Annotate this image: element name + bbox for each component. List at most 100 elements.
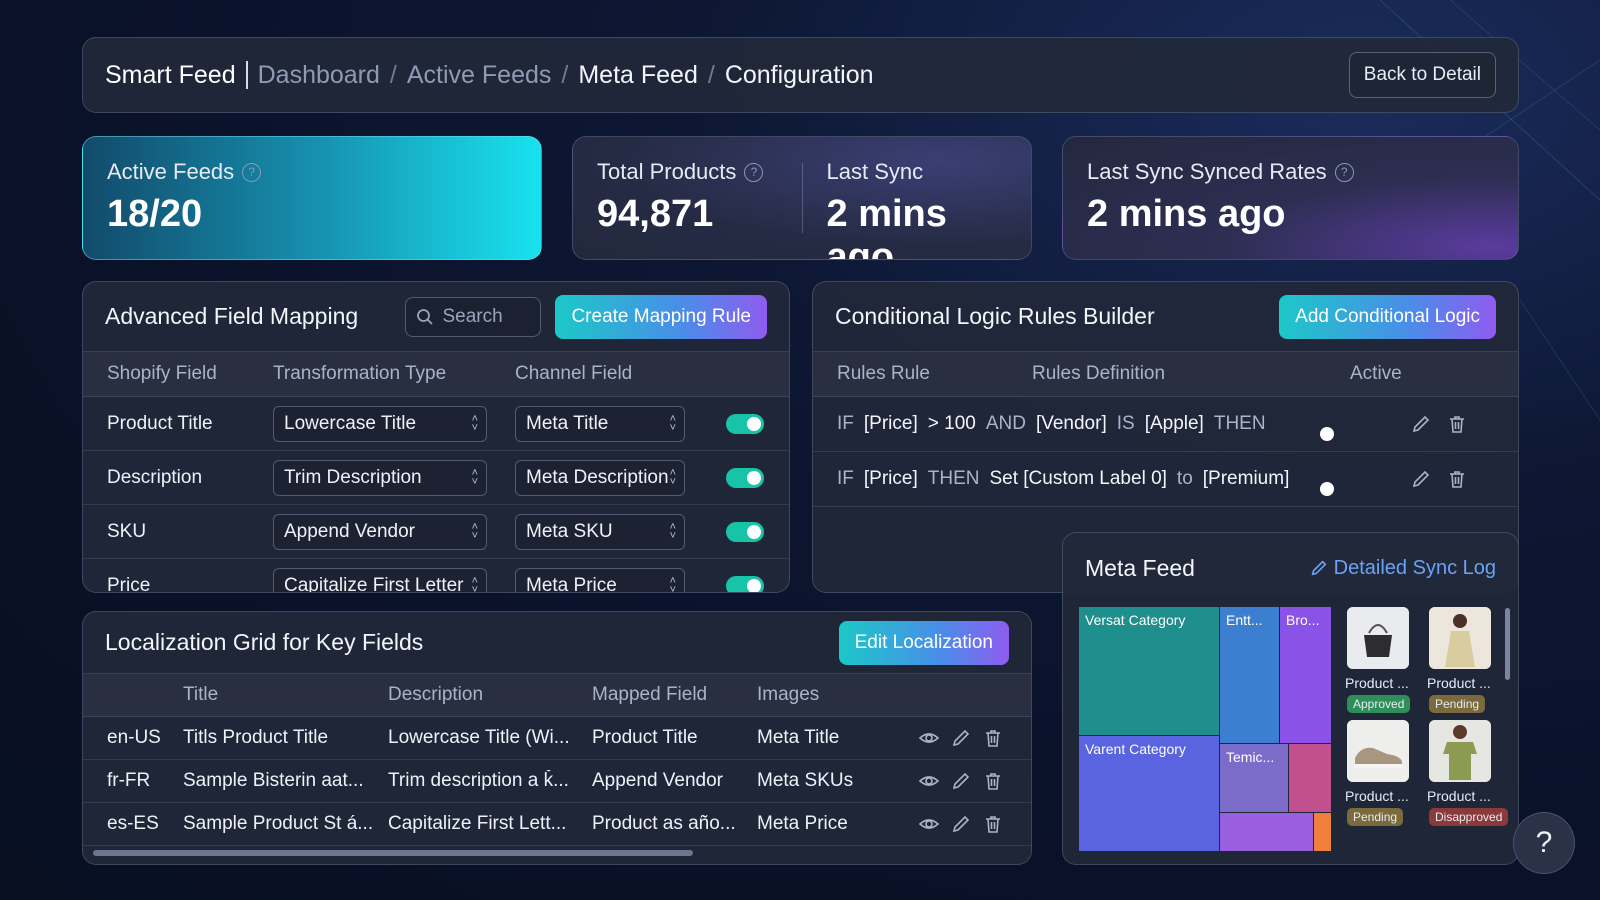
chevron-updown-icon: ˄ ˅ [471, 412, 478, 434]
column-header: Active [1350, 363, 1402, 384]
search-input[interactable]: Search [405, 296, 542, 337]
sneaker-icon [1347, 720, 1409, 782]
horizontal-scrollbar[interactable] [93, 850, 693, 856]
select-value: Lowercase Title [284, 412, 417, 434]
trash-icon[interactable] [981, 726, 1005, 750]
breadcrumb-meta-feed[interactable]: Meta Feed [578, 61, 698, 90]
select-value: Meta Description [526, 466, 669, 488]
product-card[interactable]: Product ... Pending [1427, 607, 1501, 713]
rule-keyword: THEN [927, 468, 980, 489]
pencil-icon [1311, 560, 1327, 576]
transformation-select[interactable]: Trim Description ˄ ˅ [273, 459, 487, 496]
help-icon[interactable]: ? [242, 162, 262, 182]
select-value: Capitalize First Letter [284, 574, 464, 593]
chevron-updown-icon: ˄ ˅ [669, 466, 676, 488]
search-icon [417, 308, 434, 325]
breadcrumb-separator: / [707, 60, 715, 89]
enabled-toggle[interactable] [726, 521, 764, 542]
rule-token: [Apple] [1144, 413, 1204, 434]
channel-field-select[interactable]: Meta SKU ˄ ˅ [515, 513, 685, 550]
table-row: en-US Titls Product Title Lowercase Titl… [83, 717, 1031, 760]
help-icon[interactable]: ? [744, 162, 764, 182]
breadcrumb-bar: Smart Feed Dashboard / Active Feeds / Me… [82, 37, 1519, 113]
edit-icon[interactable] [949, 812, 973, 836]
breadcrumb-dashboard[interactable]: Dashboard [258, 61, 380, 90]
table-row: fr-FR Sample Bisterin aat... Trim descri… [83, 760, 1031, 803]
shopify-field: SKU [107, 520, 147, 542]
create-mapping-rule-button[interactable]: Create Mapping Rule [555, 294, 767, 339]
table-row: IF [Price] > 100 AND [Vendor] IS [Apple]… [813, 397, 1518, 452]
title-divider [245, 61, 248, 89]
edit-icon[interactable] [949, 726, 973, 750]
trash-icon[interactable] [981, 769, 1005, 793]
add-conditional-logic-button[interactable]: Add Conditional Logic [1279, 294, 1496, 339]
rule-token: [Vendor] [1035, 413, 1107, 434]
eye-icon[interactable] [917, 769, 941, 793]
treemap-cell[interactable] [1289, 744, 1331, 812]
trash-icon[interactable] [1445, 467, 1469, 491]
rule-definition: IF [Price] > 100 AND [Vendor] IS [Apple]… [837, 413, 1337, 435]
treemap-cell[interactable] [1314, 813, 1331, 851]
column-header: Mapped Field [592, 684, 708, 705]
edit-icon[interactable] [1409, 467, 1433, 491]
rule-token: [Price] [863, 468, 918, 489]
locale-code: es-ES [107, 813, 159, 834]
edit-localization-button[interactable]: Edit Localization [838, 620, 1009, 665]
trash-icon[interactable] [1445, 412, 1469, 436]
channel-field-select[interactable]: Meta Description ˄ ˅ [515, 459, 685, 496]
channel-field-select[interactable]: Meta Price ˄ ˅ [515, 567, 685, 593]
table-row: es-ES Sample Product St á... Capitalize … [83, 803, 1031, 846]
rule-token: [Premium] [1202, 468, 1290, 489]
treemap-cell[interactable]: Entt... [1220, 607, 1279, 743]
vertical-scrollbar[interactable] [1505, 608, 1510, 680]
help-button[interactable]: ? [1513, 812, 1575, 874]
table-header: Rules Rule Rules Definition Active [813, 352, 1518, 397]
edit-icon[interactable] [1409, 412, 1433, 436]
back-to-detail-button[interactable]: Back to Detail [1348, 52, 1496, 98]
treemap-cell[interactable]: Varent Category [1079, 736, 1219, 851]
product-card[interactable]: Product ... Pending [1345, 720, 1419, 826]
chevron-updown-icon: ˄ ˅ [669, 574, 676, 593]
eye-icon[interactable] [917, 812, 941, 836]
column-header: Rules Definition [1032, 363, 1166, 384]
detailed-sync-log-link[interactable]: Detailed Sync Log [1310, 557, 1496, 580]
product-card[interactable]: Product ... Approved [1345, 607, 1419, 713]
chevron-updown-icon: ˄ ˅ [669, 412, 676, 434]
link-label: Detailed Sync Log [1333, 556, 1496, 579]
eye-icon[interactable] [917, 726, 941, 750]
transformation-select[interactable]: Append Vendor ˄ ˅ [273, 513, 487, 550]
treemap-cell[interactable]: Temic... [1220, 744, 1288, 812]
description-cell: Capitalize First Lett... [388, 813, 567, 834]
field-mapping-panel: Advanced Field Mapping Search Create Map… [82, 281, 790, 593]
status-badge: Pending [1429, 695, 1486, 713]
column-header: Transformation Type [273, 363, 447, 384]
transformation-select[interactable]: Capitalize First Letter ˄ ˅ [273, 567, 487, 593]
title-cell: Titls Product Title [183, 727, 329, 748]
panel-title: Conditional Logic Rules Builder [835, 303, 1155, 329]
treemap-cell[interactable]: Bro... [1280, 607, 1331, 743]
transformation-select[interactable]: Lowercase Title ˄ ˅ [273, 405, 487, 442]
product-card[interactable]: Product ... Disapproved [1427, 720, 1509, 826]
breadcrumb-active-feeds[interactable]: Active Feeds [407, 61, 552, 90]
table-header: Shopify Field Transformation Type Channe… [83, 352, 789, 397]
product-caption: Product ... [1427, 675, 1491, 691]
treemap-cell[interactable] [1220, 813, 1313, 851]
channel-field-select[interactable]: Meta Title ˄ ˅ [515, 405, 685, 442]
edit-icon[interactable] [949, 769, 973, 793]
rule-keyword: IF [837, 413, 854, 434]
column-header: Rules Rule [837, 363, 930, 384]
enabled-toggle[interactable] [726, 467, 764, 488]
column-header: Description [388, 684, 484, 705]
breadcrumb-separator: / [561, 60, 569, 89]
panel-title: Localization Grid for Key Fields [105, 629, 424, 655]
localization-panel: Localization Grid for Key Fields Edit Lo… [82, 611, 1032, 865]
help-icon[interactable]: ? [1334, 162, 1354, 182]
enabled-toggle[interactable] [726, 413, 764, 434]
select-value: Meta SKU [526, 520, 613, 542]
product-caption: Product ... [1345, 675, 1409, 691]
trash-icon[interactable] [981, 812, 1005, 836]
last-sync-label: Last Sync [826, 159, 924, 184]
enabled-toggle[interactable] [726, 575, 764, 592]
treemap-cell[interactable]: Versat Category [1079, 607, 1219, 735]
rule-keyword: IF [837, 468, 854, 489]
